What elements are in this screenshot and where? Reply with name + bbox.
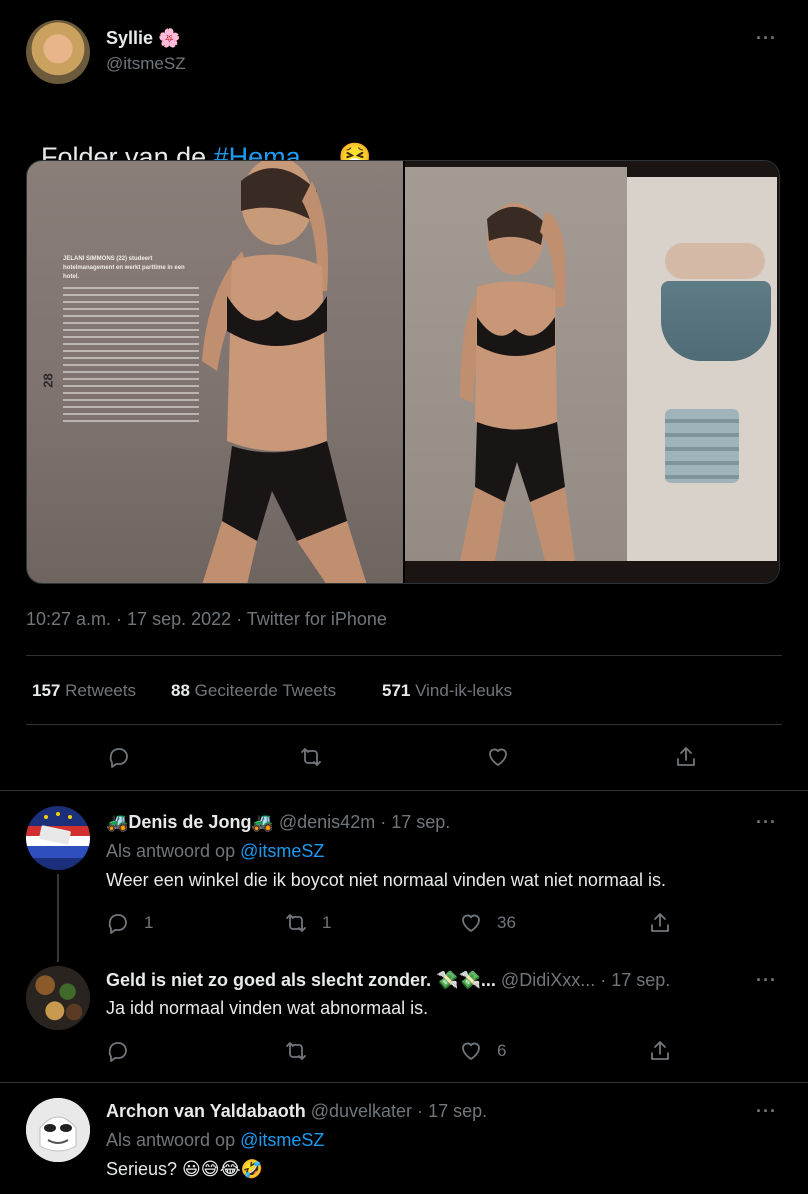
reply-2-handle[interactable]: @DidiXxx... xyxy=(501,970,595,990)
reply-2-time[interactable]: · 17 sep. xyxy=(600,970,670,990)
author-avatar[interactable] xyxy=(26,20,90,84)
reply-1-time[interactable]: · 17 sep. xyxy=(380,812,450,832)
likes-count: 571 xyxy=(382,681,411,700)
reply-icon xyxy=(108,914,127,934)
reply-1-share-button[interactable] xyxy=(648,911,672,935)
reply-avatar-3[interactable] xyxy=(26,1098,90,1162)
product-underwear xyxy=(661,281,771,361)
reply-1-like-count: 36 xyxy=(497,913,516,932)
reply-3-text: Serieus? 😃😅😂🤣 xyxy=(106,1159,264,1179)
reply-1-header: 🚜Denis de Jong🚜 @denis42m · 17 sep. xyxy=(106,812,450,833)
retweets-count: 157 xyxy=(32,681,61,700)
product-towels xyxy=(665,409,739,483)
reply-3-header: Archon van Yaldabaoth @duvelkater · 17 s… xyxy=(106,1101,487,1122)
reply-2-reply-button[interactable] xyxy=(106,1039,130,1063)
reply-2-like-count: 6 xyxy=(497,1041,507,1060)
reply-3-time[interactable]: · 17 sep. xyxy=(417,1101,487,1121)
reply-1-reply-count: 1 xyxy=(144,913,154,932)
reply-1-like-button[interactable]: 36 xyxy=(459,911,516,935)
reply-2-like-button[interactable]: 6 xyxy=(459,1039,506,1063)
author-name[interactable]: Syllie 🌸 xyxy=(106,28,180,49)
reply-2-share-button[interactable] xyxy=(648,1039,672,1063)
retweet-button[interactable] xyxy=(299,745,323,769)
reply-1-name[interactable]: 🚜Denis de Jong🚜 xyxy=(106,812,274,832)
magazine-right-page xyxy=(627,177,777,561)
reply-button[interactable] xyxy=(107,745,131,769)
caption-body xyxy=(63,287,199,422)
reply-2-more-icon[interactable]: ··· xyxy=(756,970,777,991)
reply-3-more-icon[interactable]: ··· xyxy=(756,1101,777,1122)
photo-right[interactable] xyxy=(405,161,779,583)
tweet-timestamp[interactable]: 10:27 a.m. · 17 sep. 2022 · Twitter for … xyxy=(26,609,387,630)
like-button[interactable] xyxy=(486,745,510,769)
likes-label: Vind-ik-leuks xyxy=(415,681,513,700)
reply-1-more-icon[interactable]: ··· xyxy=(756,812,777,833)
reply-icon xyxy=(109,748,128,768)
heart-icon xyxy=(462,914,480,932)
heart-icon xyxy=(489,748,507,766)
reply-3-reply-label: Als antwoord op xyxy=(106,1130,236,1150)
stat-quotes[interactable]: 88 Geciteerde Tweets xyxy=(171,681,336,701)
reply-2-name[interactable]: Geld is niet zo goed als slecht zonder. … xyxy=(106,970,496,990)
reply-1-retweet-count: 1 xyxy=(322,913,332,932)
quotes-count: 88 xyxy=(171,681,190,700)
share-button[interactable] xyxy=(674,745,698,769)
reply-icon xyxy=(108,1042,127,1062)
more-options-icon[interactable]: ··· xyxy=(756,28,777,49)
stat-retweets[interactable]: 157 Retweets xyxy=(32,681,136,701)
retweet-icon xyxy=(286,1042,306,1060)
retweet-icon xyxy=(286,914,306,932)
page-number: 28 xyxy=(40,373,56,388)
quotes-label: Geciteerde Tweets xyxy=(194,681,337,700)
photo-left[interactable]: 28 JELANI SIMMONS (22) studeert hotelman… xyxy=(27,161,403,583)
reply-3-replying-to: Als antwoord op @itsmeSZ xyxy=(106,1130,324,1151)
reply-1-reply-button[interactable]: 1 xyxy=(106,911,153,935)
share-icon xyxy=(651,913,669,932)
reply-1-reply-handle[interactable]: @itsmeSZ xyxy=(240,841,324,861)
author-emoji: 🌸 xyxy=(158,28,181,48)
share-icon xyxy=(677,747,695,766)
author-name-text: Syllie xyxy=(106,28,154,48)
reply-3-handle[interactable]: @duvelkater xyxy=(311,1101,412,1121)
model-figure-right xyxy=(460,203,575,561)
reply-1-retweet-button[interactable]: 1 xyxy=(284,911,331,935)
reply-1-reply-label: Als antwoord op xyxy=(106,841,236,861)
stat-likes[interactable]: 571 Vind-ik-leuks xyxy=(382,681,512,701)
reply-avatar-1[interactable] xyxy=(26,806,90,870)
reply-3-reply-handle[interactable]: @itsmeSZ xyxy=(240,1130,324,1150)
reply-2-text: Ja idd normaal vinden wat abnormaal is. xyxy=(106,998,429,1018)
retweets-label: Retweets xyxy=(65,681,136,700)
share-icon xyxy=(651,1041,669,1060)
reply-2-retweet-button[interactable] xyxy=(284,1039,308,1063)
character-avatar-icon xyxy=(26,1098,90,1162)
reply-1-replying-to: Als antwoord op @itsmeSZ xyxy=(106,841,324,862)
heart-icon xyxy=(462,1042,480,1060)
reply-1-text: Weer een winkel die ik boycot niet norma… xyxy=(106,870,666,890)
author-handle[interactable]: @itsmeSZ xyxy=(106,54,186,74)
reply-1-handle[interactable]: @denis42m xyxy=(279,812,375,832)
product-hands xyxy=(665,243,765,279)
reply-2-header: Geld is niet zo goed als slecht zonder. … xyxy=(106,970,670,991)
reply-avatar-2[interactable] xyxy=(26,966,90,1030)
media-container: 28 JELANI SIMMONS (22) studeert hotelman… xyxy=(26,160,780,584)
flag-avatar-icon xyxy=(26,812,90,858)
retweet-icon xyxy=(301,748,321,766)
caption-title: JELANI SIMMONS (22) studeert hotelmanage… xyxy=(63,256,185,280)
reply-3-name[interactable]: Archon van Yaldabaoth xyxy=(106,1101,306,1121)
